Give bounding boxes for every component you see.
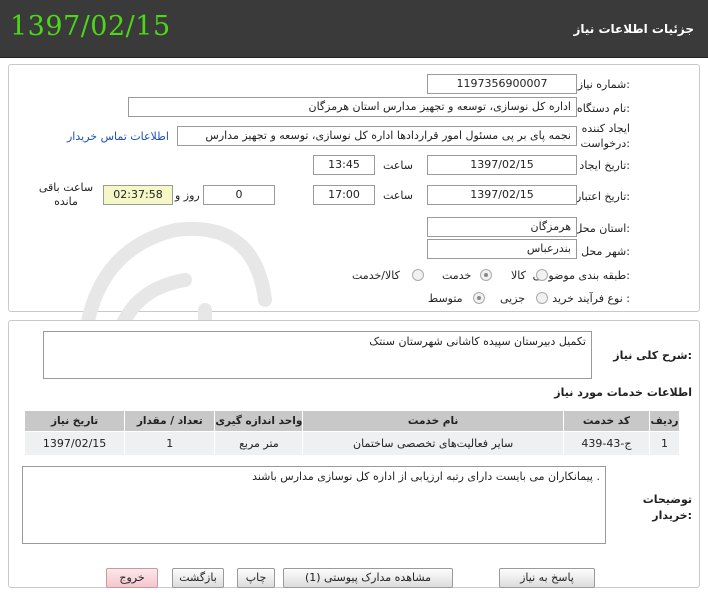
category-option-goods-service: کالا/خدمت [352, 269, 400, 282]
view-attachments-button[interactable]: مشاهده مدارک پیوستی (1) [283, 568, 453, 588]
need-number-label: شماره نیاز: [577, 78, 630, 91]
buyer-org-field: اداره کل نوسازی، توسعه و تجهیز مدارس است… [128, 97, 577, 117]
remaining-time-label: ساعت باقی مانده [38, 181, 94, 208]
city-field: بندرعباس [427, 239, 577, 259]
process-option-medium: متوسط [428, 292, 463, 305]
col-service-code: کد خدمت [562, 410, 650, 432]
cell-service-code: ج-43-439 [562, 431, 650, 456]
category-option-service: خدمت [442, 269, 472, 282]
validity-time-field: 17:00 [313, 185, 375, 205]
process-label: نوع فرآیند خرید : [552, 292, 630, 305]
description-textarea: تکمیل دبیرستان سپیده کاشانی شهرستان سنتک [43, 331, 592, 379]
table-header-row: ردیف کد خدمت نام خدمت واحد اندازه گیری ت… [23, 410, 681, 432]
description-label: شرح کلی نیاز: [613, 349, 692, 362]
created-date-field: 1397/02/15 [427, 155, 577, 175]
page-title: جزئیات اطلاعات نیاز [573, 22, 694, 36]
buyer-notes-label: توضیحات [642, 493, 692, 506]
buyer-notes-label-2: خریدار: [652, 509, 692, 522]
print-button[interactable]: چاپ [237, 568, 275, 588]
col-service-name: نام خدمت [302, 410, 564, 432]
process-radio-minor[interactable] [536, 292, 548, 304]
days-remaining-field: 0 [203, 185, 275, 205]
days-label: روز و [175, 189, 200, 202]
back-button[interactable]: بازگشت [172, 568, 224, 588]
category-radio-goods[interactable] [536, 269, 548, 281]
cell-need-date: 1397/02/15 [23, 431, 126, 456]
process-radio-medium[interactable] [473, 292, 485, 304]
services-title: اطلاعات خدمات مورد نیاز [554, 386, 692, 399]
category-option-goods: کالا [511, 269, 526, 282]
buyer-contact-link[interactable]: اطلاعات تماس خریدار [67, 130, 169, 143]
col-need-date: تاریخ نیاز [23, 410, 126, 432]
province-field: هرمزگان [427, 217, 577, 237]
cell-service-name: سایر فعالیت‌های تخصصی ساختمان [302, 431, 564, 456]
buyer-notes-textarea: پیمانکاران می بایست دارای رتبه ارزیابی ا… [22, 466, 606, 544]
cell-unit: متر مربع [214, 431, 304, 456]
requester-label: ایجاد کننده [581, 122, 630, 135]
col-quantity: تعداد / مقدار [124, 410, 216, 432]
validity-time-label: ساعت [383, 189, 413, 202]
process-option-minor: جزیی [500, 292, 526, 305]
remaining-time-field: 02:37:58 [103, 185, 173, 205]
header-date: 1397/02/15 [10, 11, 171, 42]
created-time-field: 13:45 [313, 155, 375, 175]
requester-field: نجمه پای بر پی مسئول امور قراردادها ادار… [177, 126, 577, 146]
created-time-label: ساعت [383, 159, 413, 172]
col-unit: واحد اندازه گیری [214, 410, 304, 432]
validity-date-field: 1397/02/15 [427, 185, 577, 205]
need-number-field: 1197356900007 [427, 74, 577, 94]
cell-row-number: 1 [648, 431, 681, 456]
col-row-number: ردیف [648, 410, 681, 432]
services-table: ردیف کد خدمت نام خدمت واحد اندازه گیری ت… [23, 410, 681, 456]
header-bar: 1397/02/15 جزئیات اطلاعات نیاز [0, 0, 708, 58]
cell-quantity: 1 [124, 431, 216, 456]
category-radio-goods-service[interactable] [412, 269, 424, 281]
requester-label-2: درخواست: [580, 137, 631, 150]
exit-button[interactable]: خروج [106, 568, 158, 588]
table-row: 1 ج-43-439 سایر فعالیت‌های تخصصی ساختمان… [23, 431, 681, 456]
reply-button[interactable]: پاسخ به نیاز [499, 568, 595, 588]
category-radio-service[interactable] [480, 269, 492, 281]
